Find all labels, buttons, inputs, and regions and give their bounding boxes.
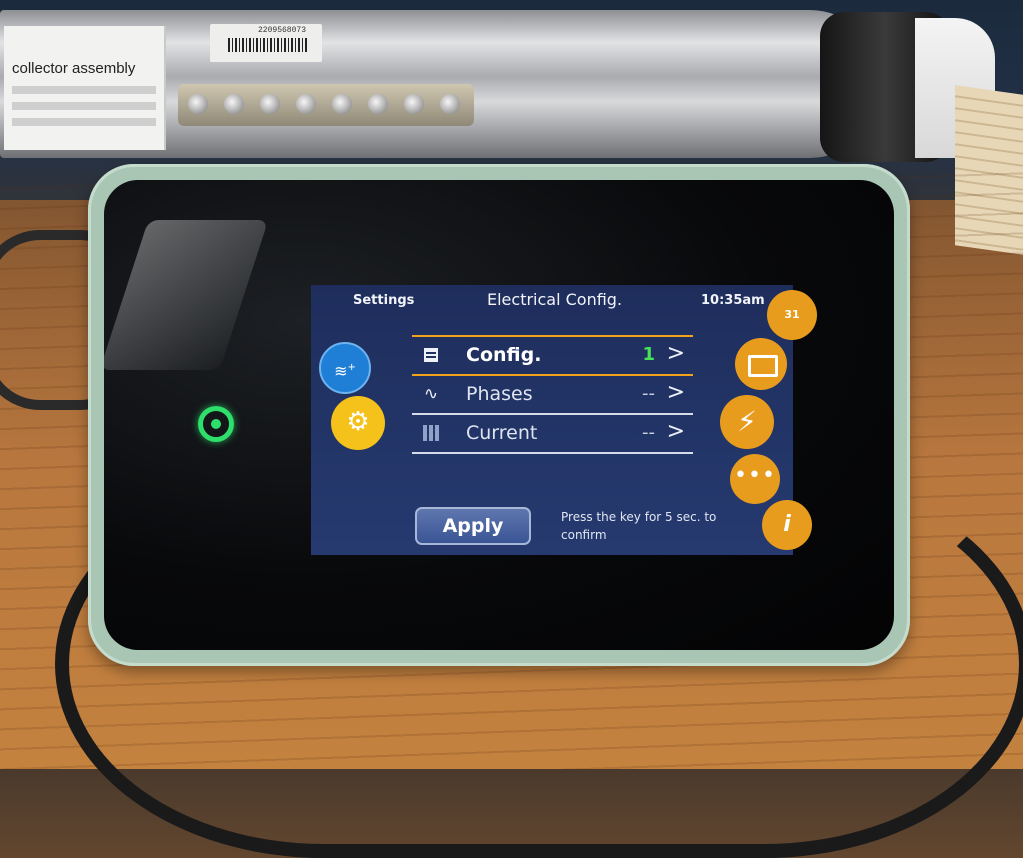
glass-glare: [104, 220, 269, 370]
info-icon[interactable]: i: [762, 500, 812, 550]
config-menu: Config. 1 > ∿ Phases -- > Current -- >: [412, 335, 693, 454]
more-icon[interactable]: •••: [730, 454, 780, 504]
lightning-icon[interactable]: ⚡: [720, 395, 774, 449]
gear-icon[interactable]: ⚙: [331, 396, 385, 450]
barcode-number: 2209568073: [258, 26, 307, 35]
chevron-right-icon: >: [666, 419, 685, 444]
menu-item-value: --: [642, 422, 655, 443]
current-grid-icon: [420, 423, 442, 443]
page-title: Electrical Config.: [487, 290, 623, 309]
cell-label-text: collector assembly: [12, 60, 136, 77]
water-plus-icon[interactable]: ≋+: [319, 342, 371, 394]
menu-item-phases[interactable]: ∿ Phases -- >: [412, 376, 693, 415]
cell-label: collector assembly: [4, 26, 166, 150]
menu-item-config[interactable]: Config. 1 >: [412, 335, 693, 376]
barcode-icon: [228, 38, 308, 52]
list-icon: [420, 345, 442, 365]
display-icon[interactable]: [735, 338, 787, 390]
menu-item-value: 1: [642, 344, 655, 365]
menu-item-label: Current: [466, 422, 538, 444]
menu-item-value: --: [642, 383, 655, 404]
terminal-block: [178, 84, 474, 126]
barcode-sticker: 2209568073: [210, 24, 322, 62]
settings-breadcrumb[interactable]: Settings: [353, 293, 414, 308]
confirm-hint: Press the key for 5 sec. to confirm: [561, 510, 717, 542]
menu-item-label: Config.: [466, 344, 542, 366]
menu-item-current[interactable]: Current -- >: [412, 415, 693, 454]
power-icon[interactable]: [198, 406, 234, 442]
sine-wave-icon: ∿: [423, 384, 439, 404]
apply-button[interactable]: Apply: [415, 507, 531, 545]
chevron-right-icon: >: [666, 380, 685, 405]
menu-item-label: Phases: [466, 383, 533, 405]
calendar-icon[interactable]: 31: [767, 290, 817, 340]
calendar-day: 31: [784, 308, 800, 321]
chevron-right-icon: >: [666, 341, 685, 366]
clock-time: 10:35am: [701, 293, 765, 308]
